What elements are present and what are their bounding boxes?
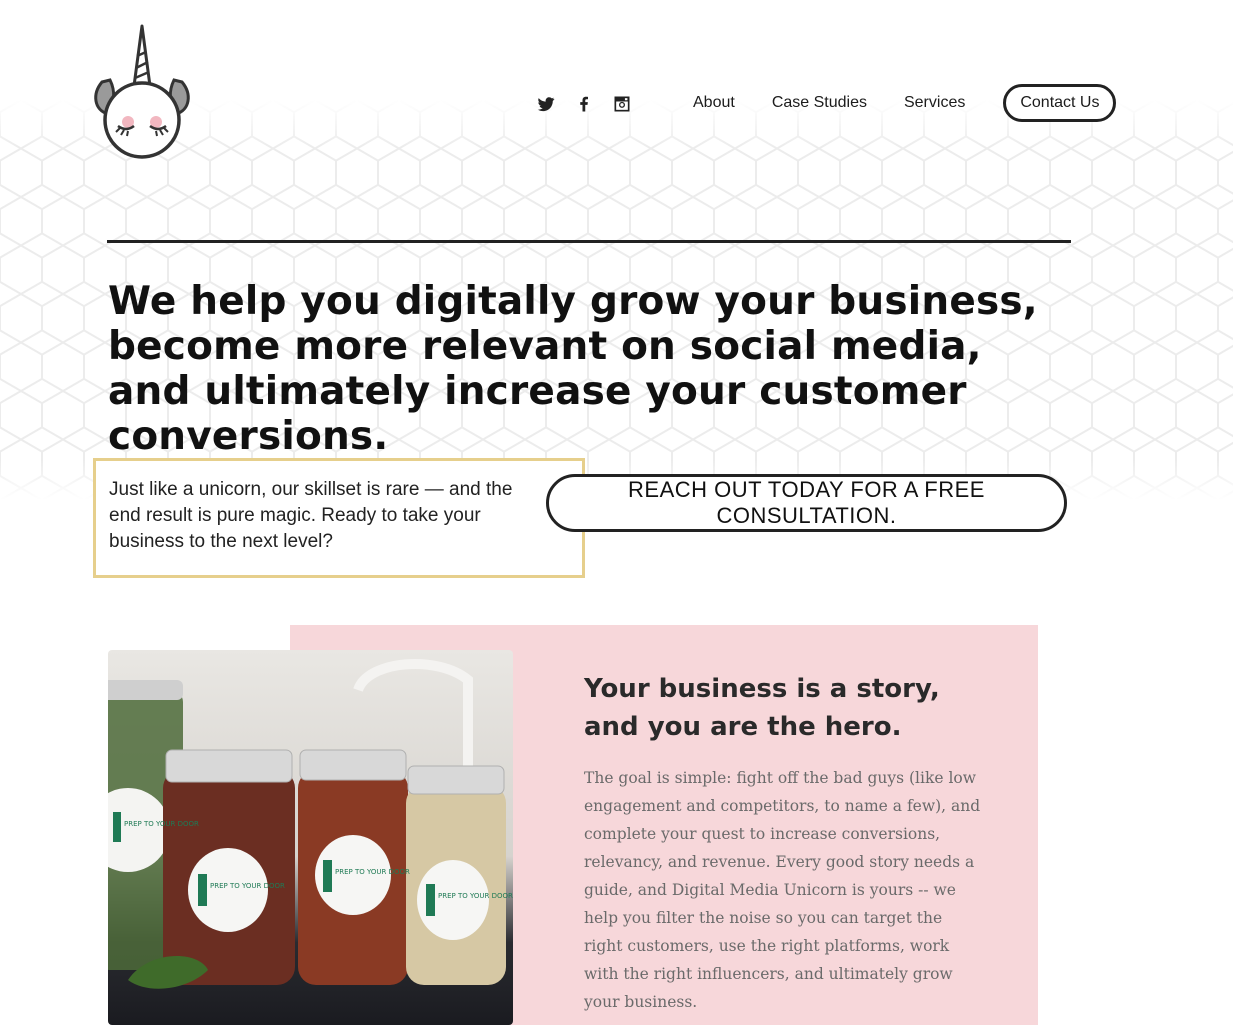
instagram-icon[interactable] bbox=[612, 94, 632, 114]
nav-case-studies[interactable]: Case Studies bbox=[772, 85, 867, 121]
facebook-icon[interactable] bbox=[574, 94, 594, 114]
intro-box: Just like a unicorn, our skillset is rar… bbox=[93, 458, 585, 578]
contact-us-button[interactable]: Contact Us bbox=[1003, 84, 1117, 122]
story-title: Your business is a story, and you are th… bbox=[584, 670, 1004, 746]
nav-about[interactable]: About bbox=[693, 85, 735, 121]
unicorn-logo[interactable] bbox=[90, 22, 194, 162]
social-links bbox=[536, 94, 632, 114]
twitter-icon[interactable] bbox=[536, 94, 556, 114]
jar-label-1: PREP TO YOUR DOOR bbox=[124, 820, 199, 828]
free-consultation-button[interactable]: REACH OUT TODAY FOR A FREE CONSULTATION. bbox=[546, 474, 1067, 532]
jar-label-4: PREP TO YOUR DOOR bbox=[438, 892, 513, 900]
jar-label-3: PREP TO YOUR DOOR bbox=[335, 868, 410, 876]
nav-services[interactable]: Services bbox=[904, 85, 965, 121]
intro-text: Just like a unicorn, our skillset is rar… bbox=[109, 479, 513, 552]
header-divider bbox=[107, 240, 1071, 243]
jars-photo: PREP TO YOUR DOOR PREP TO YOUR DOOR PREP… bbox=[108, 650, 513, 1025]
story-title-line1: Your business is a story, bbox=[584, 674, 940, 704]
story-title-line2: and you are the hero. bbox=[584, 712, 902, 742]
story-body: The goal is simple: fight off the bad gu… bbox=[584, 769, 981, 1011]
main-nav: About Case Studies Services Contact Us bbox=[693, 84, 1117, 122]
hero-headline: We help you digitally grow your business… bbox=[108, 279, 1038, 459]
jar-label-2: PREP TO YOUR DOOR bbox=[210, 882, 285, 890]
